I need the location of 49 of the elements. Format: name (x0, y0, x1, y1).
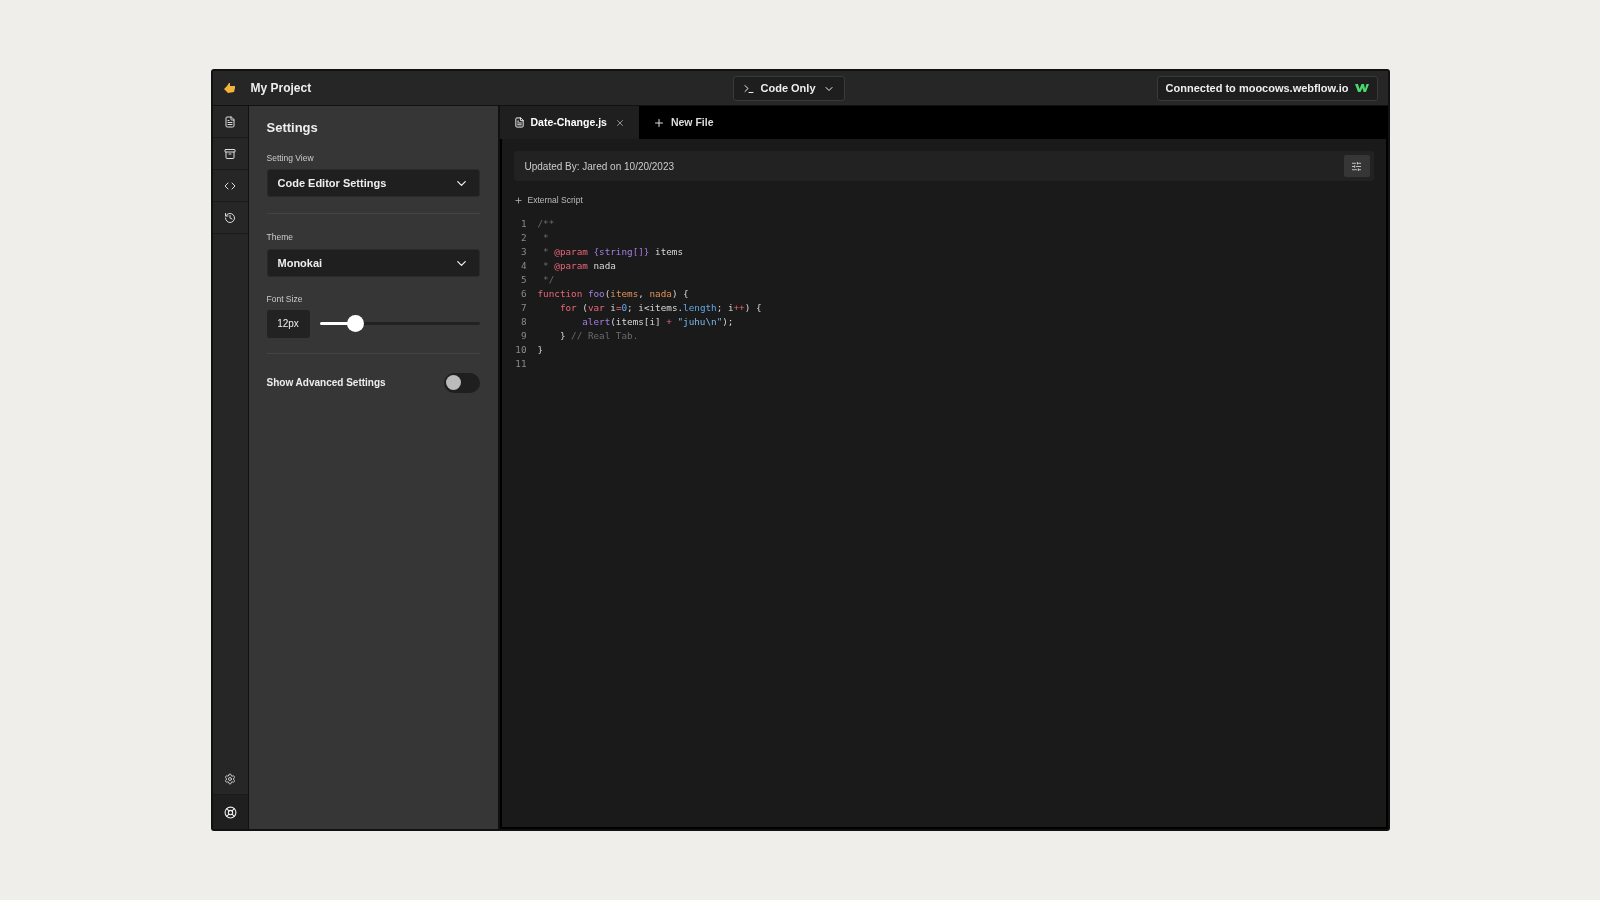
external-script-button[interactable]: External Script (513, 194, 583, 207)
lifebuoy-icon[interactable] (212, 795, 248, 829)
view-menu-button[interactable]: Code Only (732, 76, 845, 101)
hand-logo-icon (222, 81, 237, 95)
setting-view-dropdown[interactable]: Code Editor Settings (266, 169, 480, 198)
code-line: alert(items[i] + "juhu\n"); (581, 314, 734, 329)
toggle-label: Show Advanced Settings (266, 376, 386, 391)
line-number: 5 (519, 272, 527, 287)
sliders-button[interactable] (1343, 155, 1370, 177)
sliders-icon (1351, 160, 1362, 172)
new-file-tab[interactable]: New File (638, 106, 728, 139)
font-size-value: 12px (266, 309, 310, 338)
line-number: 11 (514, 356, 527, 371)
close-icon (614, 117, 625, 128)
code-line: } // Real Tab. (558, 328, 639, 343)
field-label: Theme (266, 231, 294, 244)
line-number: 1 (519, 216, 527, 231)
line-number: 6 (519, 286, 527, 301)
code-line: * @param {string[]} items (542, 244, 684, 259)
field-label: Font Size (266, 293, 304, 306)
advanced-toggle[interactable] (443, 372, 480, 393)
panel-title: Settings (266, 119, 319, 137)
connection-text: Connected to moocows.webflow.io (1165, 80, 1349, 96)
code-line: * @param nada (542, 258, 616, 273)
line-number: 3 (519, 244, 527, 259)
code-line: } (537, 342, 544, 357)
code-line: */ (542, 272, 555, 287)
line-number: 9 (519, 328, 527, 343)
line-number: 4 (519, 258, 527, 273)
file-icon (513, 117, 525, 128)
line-number: 7 (519, 300, 527, 315)
theme-dropdown[interactable]: Monokai (266, 249, 480, 277)
project-title: My Project (250, 80, 312, 97)
field-label: Setting View (266, 151, 315, 165)
webflow-logo-icon (1354, 83, 1369, 93)
line-number: 8 (519, 314, 527, 329)
file-tab[interactable]: Date-Change.js (499, 106, 639, 139)
updated-text: Updated By: Jared on 10/20/2023 (524, 159, 675, 174)
slider-thumb[interactable] (346, 315, 364, 333)
code-line: for (var i=0; i<items.length; i++) { (558, 300, 762, 315)
code-line: /** (537, 216, 555, 231)
plus-icon (513, 195, 523, 205)
terminal-icon (742, 82, 755, 95)
line-number: 10 (514, 342, 527, 357)
code-line: * (542, 230, 549, 245)
font-size-slider[interactable] (319, 315, 480, 333)
plus-icon (652, 116, 665, 129)
line-number: 2 (519, 230, 527, 245)
code-line: function foo(items, nada) { (537, 286, 689, 301)
